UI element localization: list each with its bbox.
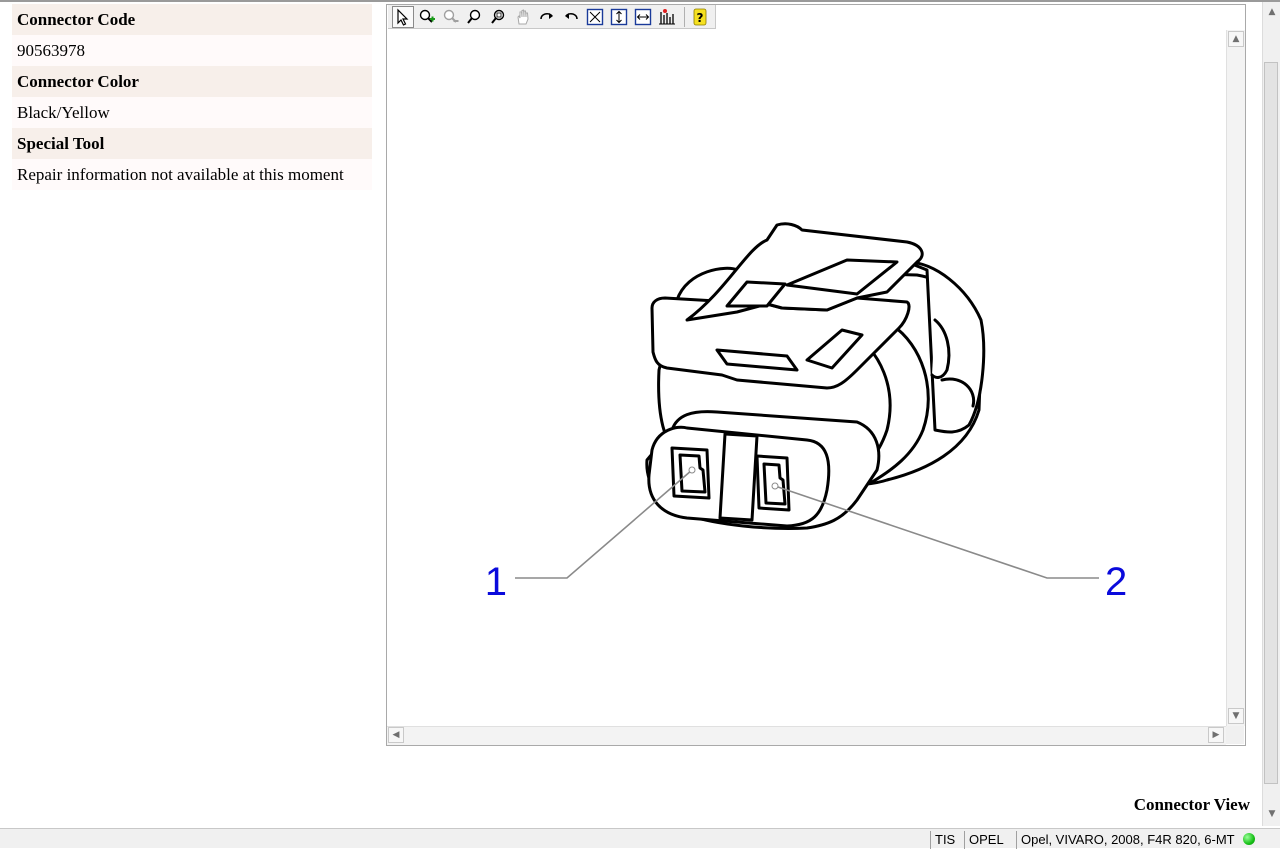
pin-label-2: 2: [1105, 560, 1127, 604]
status-brand: OPEL: [964, 831, 1016, 849]
fit-all-icon[interactable]: [584, 6, 606, 28]
figure-caption: Connector View: [1133, 795, 1250, 814]
status-vehicle: Opel, VIVARO, 2008, F4R 820, 6-MT: [1016, 831, 1238, 849]
rotate-cw-icon[interactable]: [536, 6, 558, 28]
connector-code-label: Connector Code: [12, 4, 372, 35]
connector-color-label: Connector Color: [12, 66, 372, 97]
connector-color-value: Black/Yellow: [12, 97, 372, 128]
pin-label-1: 1: [485, 560, 507, 604]
page-scroll-up-button[interactable]: ▲: [1264, 4, 1280, 20]
page-scroll-down-button[interactable]: ▼: [1264, 806, 1280, 822]
special-tool-value: Repair information not available at this…: [12, 159, 372, 190]
zoom-window-icon[interactable]: [488, 6, 510, 28]
help-icon[interactable]: ?: [689, 6, 711, 28]
zoom-out-icon[interactable]: [440, 6, 462, 28]
viewer-toolbar: ?: [388, 5, 716, 29]
scrollbar-corner: [1226, 726, 1244, 744]
scroll-down-button[interactable]: ▼: [1228, 708, 1244, 724]
viewer-vertical-scrollbar[interactable]: ▲ ▼: [1226, 30, 1245, 726]
zoom-icon[interactable]: [464, 6, 486, 28]
scroll-left-button[interactable]: ◀: [388, 727, 404, 743]
toolbar-separator: [684, 6, 685, 27]
window-top-border: [0, 0, 1280, 2]
fit-height-icon[interactable]: [608, 6, 630, 28]
select-arrow-icon[interactable]: [392, 5, 414, 28]
connector-illustration: 1 2: [485, 222, 1127, 604]
connector-code-value: 90563978: [12, 35, 372, 66]
viewer-horizontal-scrollbar[interactable]: ◀ ▶: [387, 726, 1226, 745]
page-scroll-thumb[interactable]: [1264, 62, 1278, 784]
rotate-ccw-icon[interactable]: [560, 6, 582, 28]
connection-status-led-icon: [1243, 833, 1255, 845]
zoom-in-icon[interactable]: [416, 6, 438, 28]
scroll-up-button[interactable]: ▲: [1228, 31, 1244, 47]
fit-width-icon[interactable]: [632, 6, 654, 28]
scroll-right-button[interactable]: ▶: [1208, 727, 1224, 743]
status-app: TIS: [930, 831, 964, 849]
pan-hand-icon[interactable]: [512, 6, 534, 28]
connector-info-table: Connector Code 90563978 Connector Color …: [12, 4, 372, 190]
show-labels-icon[interactable]: [656, 6, 678, 28]
special-tool-label: Special Tool: [12, 128, 372, 159]
status-bar: TIS OPEL Opel, VIVARO, 2008, F4R 820, 6-…: [0, 828, 1280, 849]
svg-text:?: ?: [697, 11, 704, 25]
connector-drawing-canvas[interactable]: 1 2: [387, 30, 1226, 726]
